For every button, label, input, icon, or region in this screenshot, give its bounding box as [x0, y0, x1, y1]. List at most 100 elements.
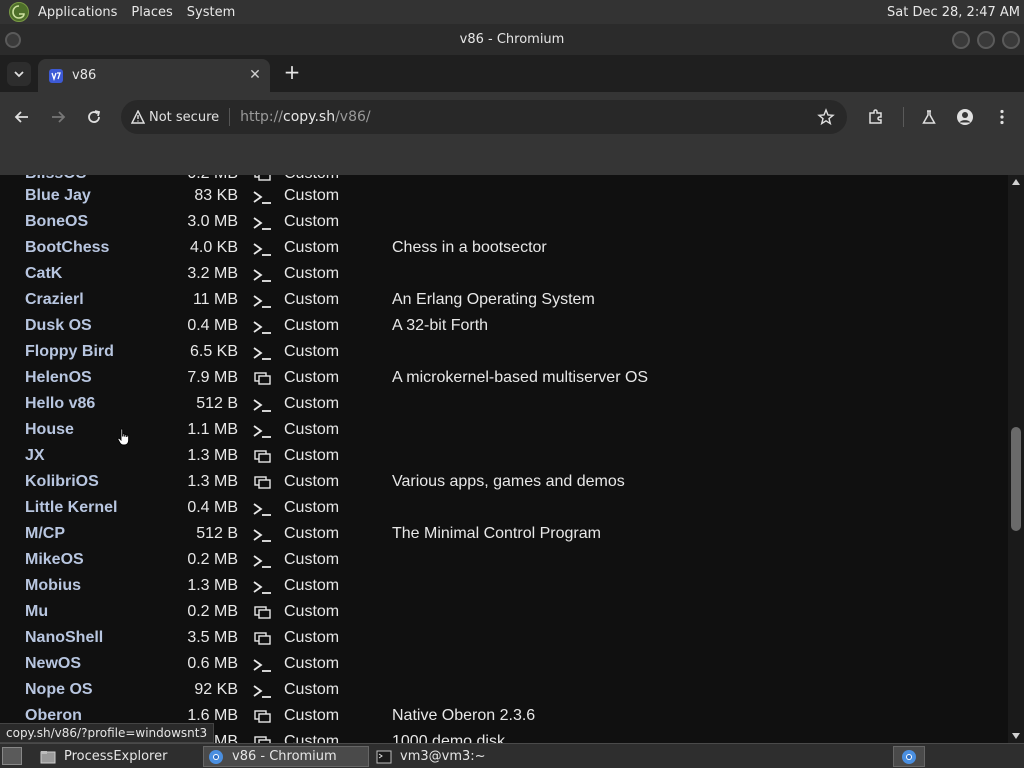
os-size: 1.1 MB	[187, 421, 238, 438]
os-row[interactable]: NewOS 0.6 MB Custom	[0, 652, 1008, 678]
window-menu-button[interactable]	[5, 32, 21, 48]
bookmark-star-icon[interactable]	[817, 108, 835, 126]
url-scheme: http://	[240, 109, 284, 125]
menu-places[interactable]: Places	[127, 5, 176, 20]
url-host: copy.sh	[283, 109, 336, 125]
address-bar[interactable]: Not secure http://copy.sh/v86/	[121, 100, 847, 134]
taskbar-item-chromium[interactable]: v86 - Chromium	[203, 746, 369, 767]
os-name[interactable]: BoneOS	[25, 213, 88, 231]
tab-search-button[interactable]	[7, 62, 31, 86]
clock[interactable]: Sat Dec 28, 2:47 AM	[887, 5, 1020, 20]
tab-v86[interactable]: v86 ✕	[38, 59, 270, 92]
os-name[interactable]: HelenOS	[25, 369, 92, 387]
os-name[interactable]: Crazierl	[25, 291, 84, 309]
os-name[interactable]: Dusk OS	[25, 317, 92, 335]
os-name[interactable]: Blue Jay	[25, 187, 91, 205]
labs-button[interactable]	[915, 103, 943, 131]
os-name[interactable]: NewOS	[25, 655, 81, 673]
os-name[interactable]: NanoShell	[25, 629, 103, 647]
os-row[interactable]: HelenOS 7.9 MB Custom A microkernel-based m…	[0, 366, 1008, 392]
os-name[interactable]: Mobius	[25, 577, 81, 595]
show-desktop-button[interactable]	[2, 747, 22, 765]
page-scrollbar[interactable]	[1008, 175, 1024, 743]
os-row[interactable]: BoneOS 3.0 MB Custom	[0, 210, 1008, 236]
os-logo-icon[interactable]	[9, 2, 29, 22]
warning-icon[interactable]	[131, 110, 145, 124]
os-row[interactable]: Little Kernel 0.4 MB Custom	[0, 496, 1008, 522]
os-row[interactable]: Mobius 1.3 MB Custom	[0, 574, 1008, 600]
os-description: Various apps, games and demos	[392, 473, 625, 490]
scroll-down-icon[interactable]	[1012, 733, 1020, 739]
os-top-panel: Applications Places System Sat Dec 28, 2…	[0, 0, 1024, 24]
os-row[interactable]: Blue Jay 83 KB Custom	[0, 184, 1008, 210]
os-name[interactable]: Hello v86	[25, 395, 95, 413]
menu-button[interactable]	[988, 103, 1016, 131]
terminal-icon	[253, 503, 271, 516]
os-row[interactable]: CatK 3.2 MB Custom	[0, 262, 1008, 288]
maximize-button[interactable]	[977, 31, 995, 49]
os-name[interactable]: Mu	[25, 603, 48, 621]
os-row[interactable]: Floppy Bird 6.5 KB Custom	[0, 340, 1008, 366]
os-size: 0.4 MB	[187, 499, 238, 516]
os-kind: Custom	[284, 239, 340, 256]
graphical-icon	[254, 736, 271, 743]
back-button[interactable]	[8, 103, 36, 131]
os-row[interactable]: Mu 0.2 MB Custom	[0, 600, 1008, 626]
security-label[interactable]: Not secure	[149, 110, 219, 125]
os-row[interactable]: NanoShell 3.5 MB Custom	[0, 626, 1008, 652]
chevron-down-icon	[14, 71, 24, 78]
os-size: 1.3 MB	[187, 577, 238, 594]
os-row[interactable]: M/CP 512 B Custom The Minimal Control Progr…	[0, 522, 1008, 548]
tray-chromium-icon[interactable]	[893, 746, 925, 767]
os-kind: Custom	[284, 187, 340, 204]
os-row[interactable]: Crazierl 11 MB Custom An Erlang Operating S…	[0, 288, 1008, 314]
os-name[interactable]: House	[25, 421, 74, 439]
terminal-icon	[253, 347, 271, 360]
os-row[interactable]: Hello v86 512 B Custom	[0, 392, 1008, 418]
os-name[interactable]: MikeOS	[25, 551, 84, 569]
close-window-button[interactable]	[1002, 31, 1020, 49]
menu-applications[interactable]: Applications	[34, 5, 121, 20]
os-name[interactable]: KolibriOS	[25, 473, 99, 491]
scroll-up-icon[interactable]	[1012, 179, 1020, 185]
os-kind: Custom	[284, 525, 340, 542]
os-name[interactable]: M/CP	[25, 525, 65, 543]
os-name[interactable]: Nope OS	[25, 681, 93, 699]
os-name[interactable]: BootChess	[25, 239, 109, 257]
os-row[interactable]: BootChess 4.0 KB Custom Chess in a bootsect…	[0, 236, 1008, 262]
menu-system[interactable]: System	[183, 5, 239, 20]
os-name[interactable]: Floppy Bird	[25, 343, 114, 361]
new-tab-button[interactable]: +	[282, 62, 302, 83]
os-row[interactable]: MikeOS 0.2 MB Custom	[0, 548, 1008, 574]
forward-button[interactable]	[44, 103, 72, 131]
os-description: The Minimal Control Program	[392, 525, 601, 542]
os-description: Native Oberon 2.3.6	[392, 707, 536, 724]
os-row[interactable]: House 1.1 MB Custom	[0, 418, 1008, 444]
window-title: v86 - Chromium	[459, 32, 565, 47]
os-name[interactable]: CatK	[25, 265, 62, 283]
profile-button[interactable]	[951, 103, 979, 131]
os-row[interactable]: Dusk OS 0.4 MB Custom A 32-bit Forth	[0, 314, 1008, 340]
os-size: 11 MB	[192, 291, 238, 308]
taskbar-item-terminal[interactable]: vm3@vm3:~	[372, 746, 542, 767]
os-name[interactable]: BlissOS	[25, 175, 86, 183]
terminal-icon	[253, 685, 271, 698]
os-name[interactable]: JX	[25, 447, 45, 465]
scrollbar-thumb[interactable]	[1011, 427, 1021, 531]
os-description: 1000 demo disk	[392, 733, 505, 743]
taskbar-item-processexplorer[interactable]: ProcessExplorer	[36, 746, 200, 767]
os-row[interactable]: KolibriOS 1.3 MB Custom Various apps, games…	[0, 470, 1008, 496]
window-titlebar[interactable]: v86 - Chromium	[0, 24, 1024, 55]
os-description: A microkernel-based multiserver OS	[392, 369, 649, 386]
os-row[interactable]: Nope OS 92 KB Custom	[0, 678, 1008, 704]
puzzle-icon	[869, 109, 882, 124]
os-row[interactable]: JX 1.3 MB Custom	[0, 444, 1008, 470]
os-name[interactable]: Little Kernel	[25, 499, 117, 517]
os-size: 92 KB	[194, 681, 238, 698]
tab-close-icon[interactable]: ✕	[248, 68, 262, 82]
reload-button[interactable]	[80, 103, 108, 131]
extensions-button[interactable]	[862, 103, 890, 131]
os-kind: Custom	[284, 421, 340, 438]
minimize-button[interactable]	[952, 31, 970, 49]
os-kind: Custom	[284, 291, 340, 308]
